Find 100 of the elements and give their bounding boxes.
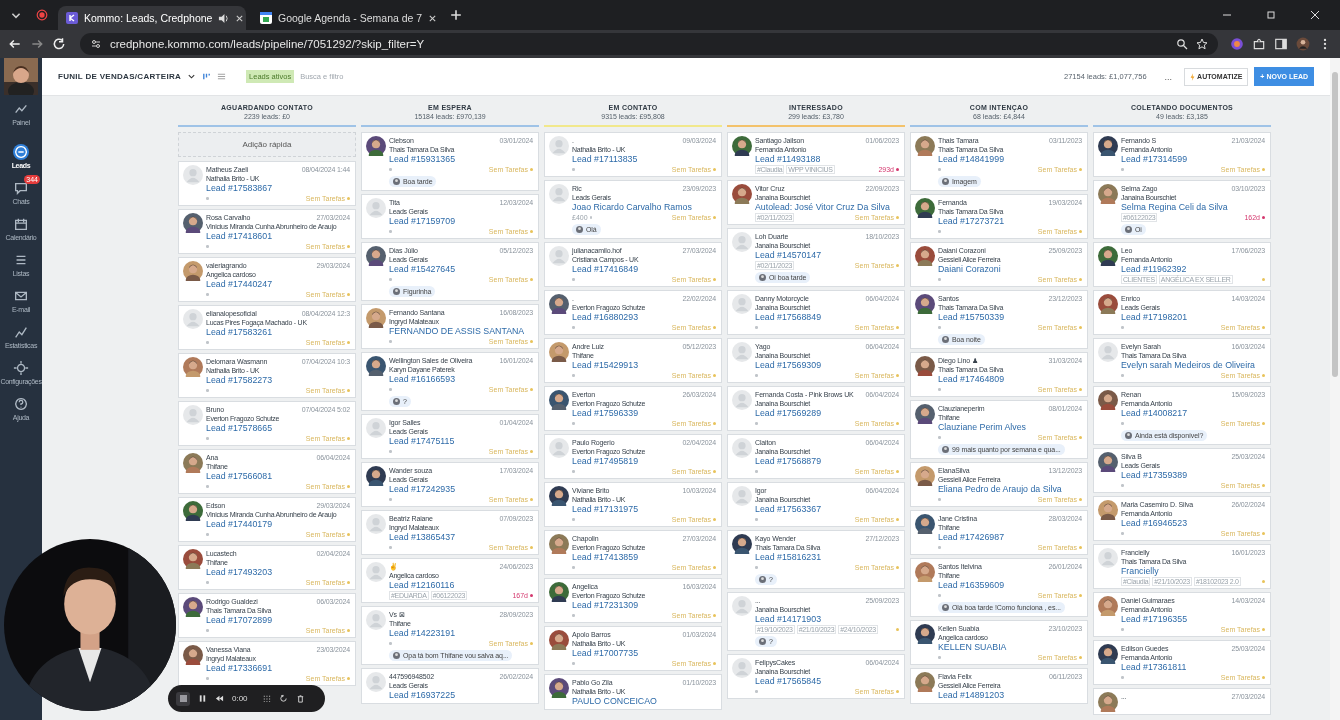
lead-link[interactable]: Lead #17198201 bbox=[1121, 312, 1188, 323]
stop-button[interactable] bbox=[176, 691, 190, 706]
lead-link[interactable]: Lead #17231309 bbox=[572, 600, 639, 611]
site-settings-icon[interactable] bbox=[90, 38, 102, 50]
lead-link[interactable]: Lead #17416849 bbox=[572, 264, 639, 275]
record-icon bbox=[36, 9, 48, 21]
lead-link[interactable]: Lead #17113835 bbox=[572, 154, 638, 165]
status-dot-icon bbox=[713, 662, 716, 665]
lead-link[interactable]: Lead #11962392 bbox=[1121, 264, 1187, 275]
address-field[interactable]: credphone.kommo.com/leads/pipeline/7051292/?skip_filter=Y bbox=[80, 33, 1218, 55]
lead-link[interactable]: Lead #17582273 bbox=[206, 375, 273, 386]
pipeline-view-icon[interactable] bbox=[202, 72, 212, 81]
lead-link[interactable]: Lead #14223191 bbox=[389, 628, 456, 639]
sidebar-icon[interactable] bbox=[1274, 37, 1288, 51]
lead-link[interactable]: Evelyn sarah Medeiros de Oliveira bbox=[1121, 360, 1255, 371]
dot-icon bbox=[938, 546, 941, 549]
close-window-icon[interactable] bbox=[1310, 10, 1320, 20]
profile-avatar-icon[interactable] bbox=[1296, 37, 1310, 51]
lead-link[interactable]: Lead #17314599 bbox=[1121, 154, 1188, 165]
lead-link[interactable]: Lead #17475115 bbox=[389, 436, 455, 447]
lead-link[interactable]: Lead #11493188 bbox=[755, 154, 821, 165]
lead-link[interactable]: Lead #17336691 bbox=[206, 663, 273, 674]
lead-link[interactable]: Lead #14171903 bbox=[755, 614, 822, 625]
lead-link[interactable]: Lead #17072899 bbox=[206, 615, 273, 626]
lead-link[interactable]: Lead #17359389 bbox=[1121, 470, 1188, 481]
forward-icon[interactable] bbox=[30, 37, 44, 51]
lead-link[interactable]: Lead #14841999 bbox=[938, 154, 1005, 165]
lead-link[interactable]: Daiani Corazoni bbox=[938, 264, 1001, 275]
browser-tab[interactable]: Google Agenda - Semana de 7 bbox=[252, 6, 440, 30]
undo-icon[interactable] bbox=[278, 694, 288, 703]
lead-link[interactable]: Lead #14570147 bbox=[755, 250, 822, 261]
lead-link[interactable]: Lead #17569309 bbox=[755, 360, 822, 371]
lead-link[interactable]: Lead #17273721 bbox=[938, 216, 1005, 227]
lead-link[interactable]: Lead #17131975 bbox=[572, 504, 639, 515]
close-icon[interactable] bbox=[428, 13, 438, 23]
scrollbar-thumb[interactable] bbox=[1332, 72, 1338, 377]
lead-link[interactable]: Lead #17159709 bbox=[389, 216, 456, 227]
lead-link[interactable]: Lead #17361811 bbox=[1121, 662, 1187, 673]
new-tab-icon[interactable] bbox=[450, 9, 462, 21]
lead-link[interactable]: Lead #17569289 bbox=[755, 408, 822, 419]
lead-link[interactable]: Lead #12160116 bbox=[389, 580, 455, 591]
lead-link[interactable]: Lead #16166593 bbox=[389, 374, 456, 385]
lead-link[interactable]: PAULO CONCEICAO bbox=[572, 696, 657, 707]
back-icon[interactable] bbox=[8, 37, 22, 51]
grid-icon[interactable] bbox=[261, 694, 271, 703]
lead-link[interactable]: Lead #15816231 bbox=[755, 552, 822, 563]
lead-link[interactable]: Lead #17413859 bbox=[572, 552, 639, 563]
pause-icon[interactable] bbox=[198, 694, 207, 703]
lead-link[interactable]: Lead #17583261 bbox=[206, 327, 273, 338]
lead-link[interactable]: Lead #17418601 bbox=[206, 231, 273, 242]
lead-link[interactable]: Lead #17495819 bbox=[572, 456, 639, 467]
speaker-icon[interactable] bbox=[218, 12, 230, 24]
lead-link[interactable]: KELLEN SUABIA bbox=[938, 642, 1007, 653]
reload-icon[interactable] bbox=[52, 37, 66, 51]
lead-link[interactable]: Lead #17196355 bbox=[1121, 614, 1188, 625]
pipeline-selector[interactable]: FUNIL DE VENDAS/CARTEIRA bbox=[58, 72, 182, 81]
lead-link[interactable]: Lead #15750339 bbox=[938, 312, 1005, 323]
lead-link[interactable]: Selma Regina Celi da Silva bbox=[1121, 202, 1228, 213]
lead-link[interactable]: Lead #16880293 bbox=[572, 312, 639, 323]
lead-link[interactable]: Lead #17007735 bbox=[572, 648, 639, 659]
caret-icon[interactable] bbox=[187, 72, 197, 81]
lead-link[interactable]: Lead #14891203 bbox=[938, 690, 1005, 701]
lead-link[interactable]: Lead #17464809 bbox=[938, 374, 1005, 385]
lead-link[interactable]: Lead #15931365 bbox=[389, 154, 456, 165]
lead-link[interactable]: Lead #17563367 bbox=[755, 504, 822, 515]
lead-link[interactable]: Autolead: José Vitor Cruz Da Silva bbox=[755, 202, 890, 213]
lead-link[interactable]: Eliana Pedro de Araujo da Silva bbox=[938, 484, 1062, 495]
more-button[interactable]: ... bbox=[1158, 71, 1179, 82]
bookmark-star-icon[interactable] bbox=[1196, 38, 1208, 50]
zoom-icon[interactable] bbox=[1176, 38, 1188, 50]
lead-link[interactable]: Lead #17568849 bbox=[755, 312, 822, 323]
browser-tab[interactable]: Kommo: Leads, Credphone bbox=[58, 6, 246, 30]
lead-link[interactable]: Clauziane Perim Alves bbox=[938, 422, 1026, 433]
lead-link[interactable]: Lead #17242935 bbox=[389, 484, 456, 495]
lead-link[interactable]: Lead #17440247 bbox=[206, 279, 273, 290]
maximize-icon[interactable] bbox=[1266, 10, 1276, 20]
extension-icon[interactable] bbox=[1230, 37, 1244, 51]
lead-link[interactable]: Lead #17566081 bbox=[206, 471, 273, 482]
lead-link[interactable]: FERNANDO DE ASSIS SANTANA bbox=[389, 326, 525, 337]
lead-link[interactable]: Lead #17493203 bbox=[206, 567, 273, 578]
lead-link[interactable]: Joao Ricardo Carvalho Ramos bbox=[572, 202, 692, 213]
lead-link[interactable]: Lead #17426987 bbox=[938, 532, 1005, 543]
lead-link[interactable]: Lead #17578665 bbox=[206, 423, 273, 434]
lead-link[interactable]: Lead #14008217 bbox=[1121, 408, 1188, 419]
lead-link[interactable]: Francielly bbox=[1121, 566, 1159, 577]
lead-link[interactable]: Lead #17596339 bbox=[572, 408, 639, 419]
quick-add-button[interactable]: Adição rápida bbox=[178, 132, 356, 157]
lead-link[interactable]: Lead #16946523 bbox=[1121, 518, 1188, 529]
lead-link[interactable]: Lead #15427645 bbox=[389, 264, 456, 275]
lead-link[interactable]: Lead #17568879 bbox=[755, 456, 822, 467]
close-icon[interactable] bbox=[235, 13, 245, 23]
lead-link[interactable]: Lead #17565845 bbox=[755, 676, 822, 687]
lead-link[interactable]: Lead #16359609 bbox=[938, 580, 1005, 591]
lead-link[interactable]: Lead #16937225 bbox=[389, 690, 456, 701]
lead-link[interactable]: Lead #13865437 bbox=[389, 532, 456, 543]
lead-link[interactable]: Lead #17583867 bbox=[206, 183, 273, 194]
rewind-icon[interactable] bbox=[215, 694, 224, 703]
lead-link[interactable]: Lead #15429913 bbox=[572, 360, 639, 371]
lead-link[interactable]: Lead #17440179 bbox=[206, 519, 273, 530]
trash-icon[interactable] bbox=[295, 694, 305, 703]
